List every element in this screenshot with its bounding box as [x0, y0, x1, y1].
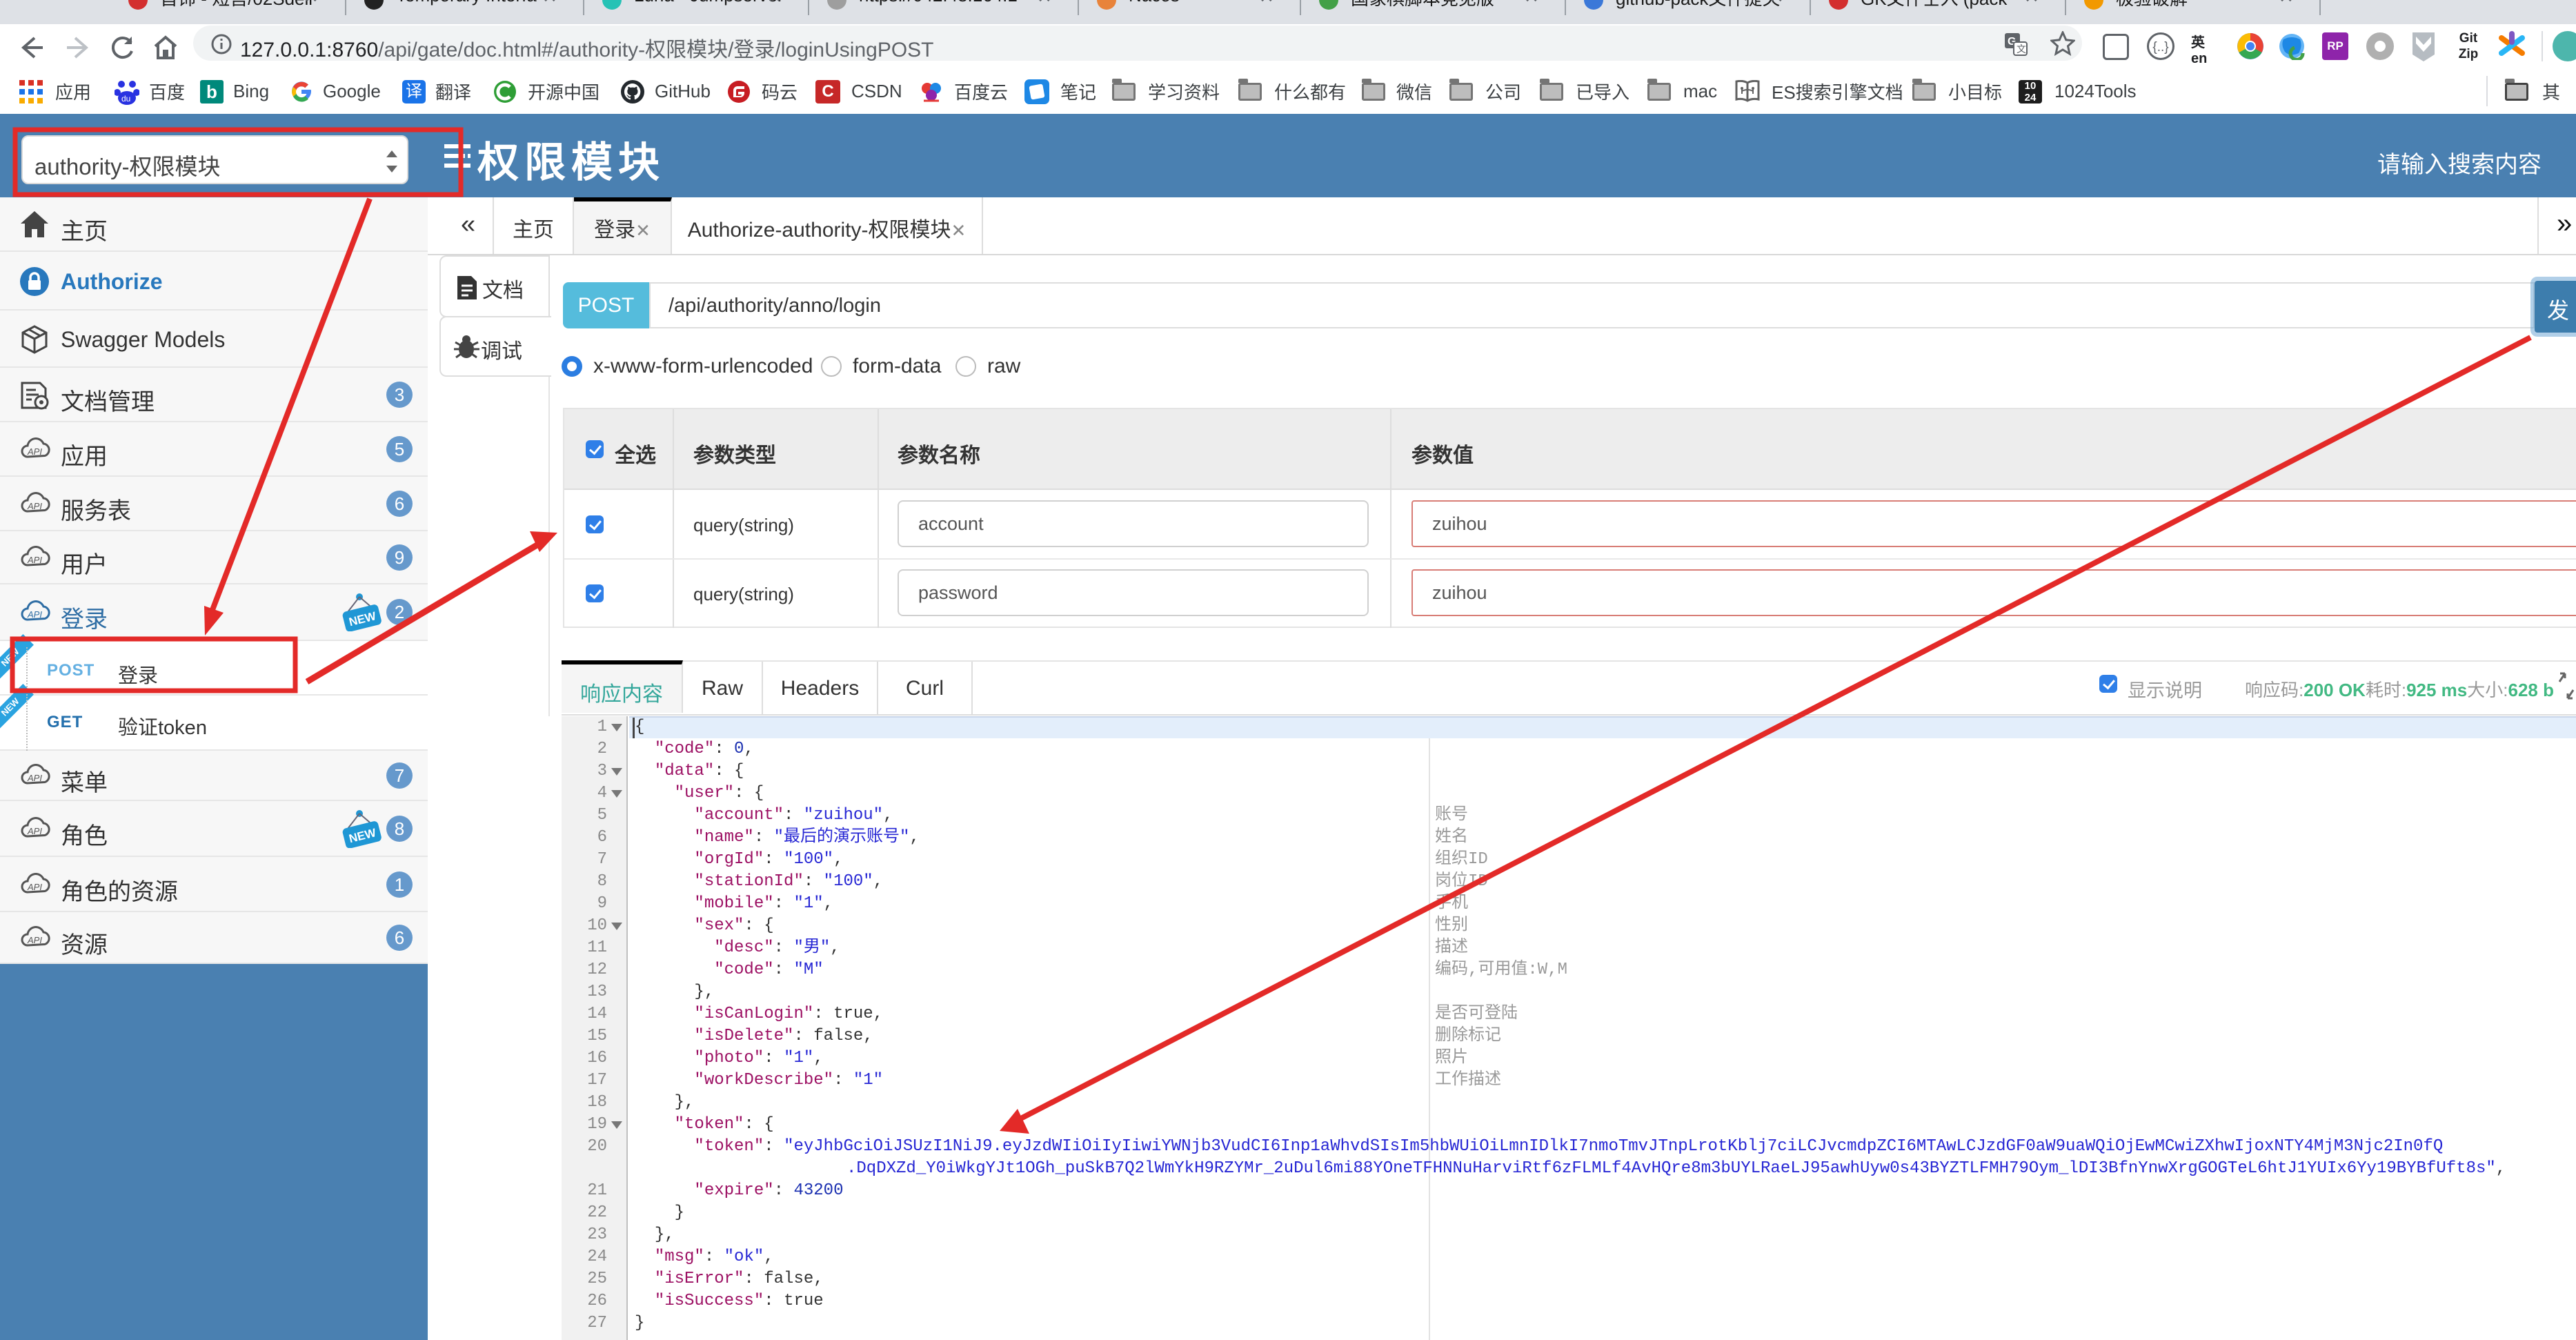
svg-text:du: du	[121, 94, 130, 104]
svg-text:API: API	[27, 501, 42, 511]
svg-text:API: API	[27, 446, 42, 457]
svg-text:API: API	[27, 609, 42, 620]
svg-text:文: 文	[2017, 43, 2026, 55]
svg-text:API: API	[27, 935, 42, 945]
svg-text:API: API	[27, 826, 42, 836]
svg-text:API: API	[27, 882, 42, 892]
svg-text:API: API	[27, 555, 42, 565]
svg-text:API: API	[27, 773, 42, 783]
